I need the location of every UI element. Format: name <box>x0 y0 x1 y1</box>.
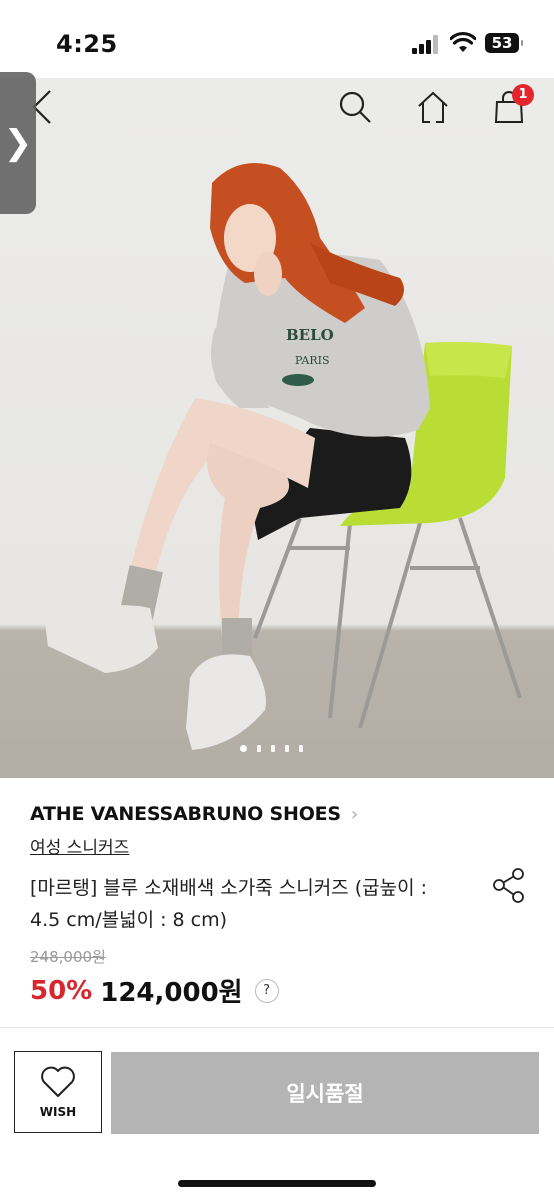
home-button[interactable] <box>412 86 454 128</box>
cellular-signal-icon <box>412 34 442 54</box>
gallery-dot-4[interactable] <box>285 745 289 752</box>
status-time: 4:25 <box>56 30 118 58</box>
wish-label: WISH <box>39 1105 77 1119</box>
svg-text:BELO: BELO <box>286 326 334 344</box>
price-help-button[interactable]: ? <box>254 978 279 1003</box>
original-price: 248,000원 <box>30 948 106 966</box>
cart-count-badge: 1 <box>512 84 534 106</box>
gallery-dot-1[interactable] <box>240 745 247 752</box>
gallery-dot-5[interactable] <box>299 745 303 752</box>
wifi-icon <box>450 31 476 52</box>
home-icon <box>418 91 448 123</box>
gallery-dot-2[interactable] <box>257 745 261 752</box>
battery-indicator: 53 <box>485 33 523 53</box>
wish-button[interactable]: WISH <box>14 1051 102 1133</box>
brand-link[interactable]: ATHE VANESSABRUNO SHOES › <box>30 803 358 825</box>
discount-rate: 50% <box>30 975 93 1006</box>
category-link[interactable]: 여성 스니커즈 <box>30 833 129 858</box>
svg-text:PARIS: PARIS <box>295 354 330 367</box>
sale-price: 124,000원 <box>100 978 243 1008</box>
gallery-pagination <box>240 745 303 752</box>
cart-button[interactable]: 1 <box>488 84 534 128</box>
brand-name: ATHE VANESSABRUNO SHOES <box>30 803 341 825</box>
side-drawer-handle[interactable]: ❯ <box>0 72 36 214</box>
share-button[interactable] <box>490 866 530 906</box>
soldout-button[interactable]: 일시품절 <box>111 1052 539 1134</box>
product-photo-model: BELO PARIS <box>45 163 522 750</box>
search-icon <box>339 91 371 123</box>
product-image[interactable]: BELO PARIS <box>0 78 554 778</box>
chevron-right-icon: › <box>350 803 358 825</box>
heart-icon <box>41 1066 75 1097</box>
home-indicator <box>178 1180 376 1187</box>
top-navigation: 1 <box>0 78 554 140</box>
search-button[interactable] <box>334 86 376 128</box>
price-row: 50% 124,000원 ? <box>30 972 279 1009</box>
gallery-dot-3[interactable] <box>271 745 275 752</box>
divider <box>0 1027 554 1028</box>
product-title: [마르탱] 블루 소재배색 소가죽 스니커즈 (굽높이 : 4.5 cm/볼넓이… <box>30 877 427 931</box>
share-icon <box>493 868 524 903</box>
status-bar: 4:25 53 <box>0 0 554 78</box>
